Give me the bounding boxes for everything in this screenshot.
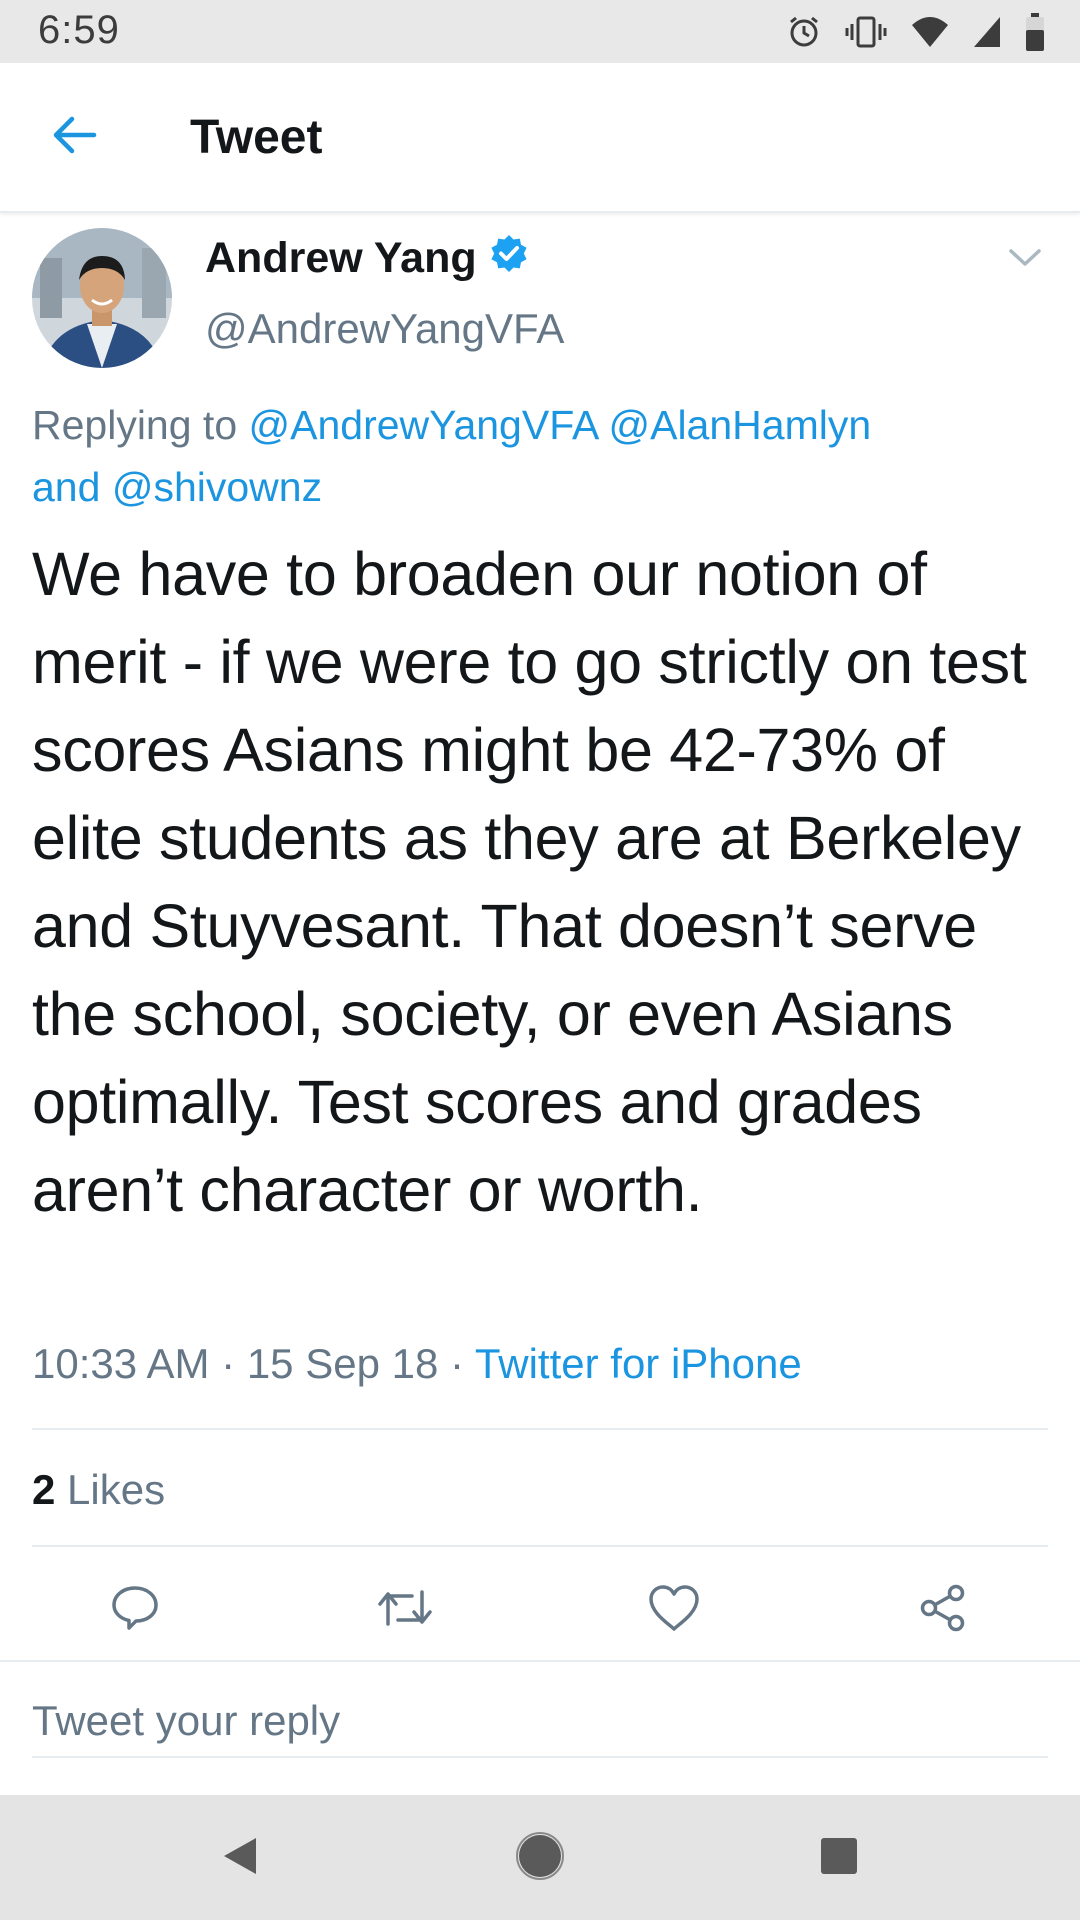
mention-link[interactable]: @AlanHamlyn [608, 402, 871, 448]
meta-separator: · [221, 1340, 236, 1387]
author-name-row[interactable]: Andrew Yang [205, 233, 529, 284]
tweet-date: 15 Sep 18 [246, 1340, 439, 1387]
status-time: 6:59 [38, 8, 120, 52]
likes-label: Likes [67, 1466, 166, 1513]
nav-recents-button[interactable] [810, 1829, 868, 1887]
likes-row[interactable]: 2 Likes [32, 1466, 165, 1514]
avatar[interactable] [32, 228, 172, 368]
meta-separator: · [450, 1340, 464, 1387]
like-button[interactable] [642, 1578, 706, 1642]
divider [32, 1545, 1048, 1547]
mention-link[interactable]: @AndrewYangVFA [249, 402, 598, 448]
replying-prefix: Replying to [32, 402, 249, 448]
share-button[interactable] [911, 1578, 975, 1642]
tweet-source-link[interactable]: Twitter for iPhone [475, 1340, 802, 1387]
replying-and[interactable]: and [32, 464, 100, 510]
square-recents-icon [818, 1835, 860, 1882]
tweet-options-button[interactable] [1000, 240, 1050, 280]
status-bar: 6:59 [0, 0, 1080, 63]
nav-home-button[interactable] [511, 1829, 569, 1887]
reply-button[interactable] [103, 1578, 167, 1642]
heart-icon [647, 1583, 701, 1638]
divider [32, 1428, 1048, 1430]
vibrate-icon [844, 14, 888, 50]
nav-back-button[interactable] [211, 1829, 269, 1887]
verified-badge-icon [489, 233, 529, 284]
wifi-icon [910, 15, 950, 49]
app-bar: Tweet [0, 63, 1080, 213]
share-icon [916, 1581, 970, 1640]
likes-count: 2 [32, 1466, 56, 1513]
reply-bar [0, 1660, 1080, 1792]
back-button[interactable] [40, 103, 108, 171]
page-title: Tweet [190, 111, 323, 164]
system-nav-bar [0, 1795, 1080, 1920]
tweet-text: We have to broaden our notion of merit -… [32, 540, 1027, 1224]
tweet-time: 10:33 AM [32, 1340, 210, 1387]
reply-input[interactable] [32, 1686, 1048, 1758]
status-icons [786, 10, 1046, 54]
arrow-left-icon [50, 115, 98, 160]
mention-link[interactable]: @shivownz [112, 464, 322, 510]
author-handle[interactable]: @AndrewYangVFA [205, 305, 564, 353]
reply-icon [109, 1582, 161, 1639]
retweet-button[interactable] [373, 1578, 437, 1642]
tweet-meta: 10:33 AM · 15 Sep 18 · Twitter for iPhon… [32, 1340, 802, 1388]
retweet-icon [376, 1584, 434, 1637]
alarm-icon [786, 14, 822, 50]
circle-home-icon [515, 1831, 565, 1886]
triangle-back-icon [218, 1834, 262, 1883]
chevron-down-icon [1008, 248, 1042, 273]
author-name: Andrew Yang [205, 234, 477, 282]
signal-icon [972, 15, 1002, 49]
battery-icon [1024, 12, 1046, 52]
tweet-actions [0, 1570, 1080, 1650]
replying-to: Replying to @AndrewYangVFA @AlanHamlyn an… [32, 394, 1042, 518]
